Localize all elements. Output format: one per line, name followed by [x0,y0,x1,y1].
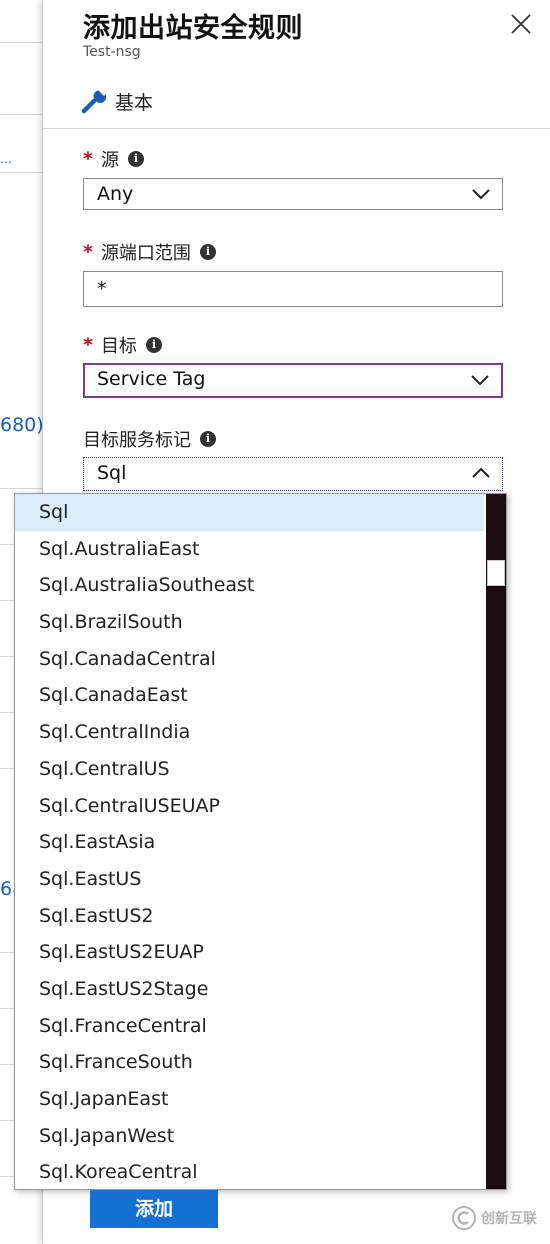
dropdown-option[interactable]: Sql.AustraliaEast [15,531,484,568]
dropdown-option[interactable]: Sql.CanadaEast [15,677,484,714]
service-tag-dropdown[interactable]: Sql Sql.AustraliaEast Sql.AustraliaSouthea… [14,493,507,1190]
source-port-value: * [97,278,107,300]
background-link[interactable]: 680) [0,414,44,436]
chevron-up-icon [472,467,490,478]
add-button[interactable]: 添加 [90,1190,218,1228]
divider [0,42,42,43]
dropdown-option[interactable]: Sql.JapanEast [15,1081,484,1118]
info-icon[interactable]: i [199,244,216,260]
info-icon[interactable]: i [145,337,162,353]
service-tag-label-text: 目标服务标记 [83,430,191,451]
required-marker: * [83,334,93,356]
wrench-icon [81,88,107,114]
divider [0,114,42,115]
dropdown-option[interactable]: Sql.CentralIndia [15,714,484,751]
dropdown-option[interactable]: Sql.FranceCentral [15,1008,484,1045]
required-marker: * [83,148,93,170]
background-link[interactable]: … [0,152,12,166]
divider [0,172,42,173]
service-tag-value: Sql [97,462,127,484]
blade-subtitle: Test-nsg [83,44,141,60]
service-tag-label: 目标服务标记 i [83,426,216,452]
close-icon [511,14,531,34]
info-icon[interactable]: i [200,431,216,447]
source-label: * 源 i [83,146,144,172]
dropdown-option[interactable]: Sql.EastUS2Stage [15,971,484,1008]
dropdown-option[interactable]: Sql.EastAsia [15,824,484,861]
service-tag-select[interactable]: Sql [83,457,503,491]
dropdown-option[interactable]: Sql.EastUS2 [15,898,484,935]
dropdown-scrollbar[interactable] [486,494,506,1189]
dropdown-option[interactable]: Sql.EastUS [15,861,484,898]
basic-section-header[interactable]: 基本 [81,86,153,116]
dropdown-option[interactable]: Sql.AustraliaSoutheast [15,567,484,604]
destination-select[interactable]: Service Tag [83,363,503,398]
divider [43,128,550,129]
destination-label: * 目标 i [83,332,162,358]
divider [0,488,42,489]
blade-title: 添加出站安全规则 [83,13,303,44]
dropdown-option[interactable]: Sql [15,494,484,531]
dropdown-option[interactable]: Sql.CentralUS [15,751,484,788]
info-icon[interactable]: i [127,151,144,167]
dropdown-option[interactable]: Sql.KoreaCentral [15,1154,484,1189]
dropdown-options: Sql Sql.AustraliaEast Sql.AustraliaSouthea… [15,494,484,1189]
dropdown-option[interactable]: Sql.CanadaCentral [15,641,484,678]
dropdown-option[interactable]: Sql.CentralUSEUAP [15,788,484,825]
logo-icon [452,1206,476,1230]
dropdown-option[interactable]: Sql.JapanWest [15,1118,484,1155]
source-select[interactable]: Any [83,178,503,210]
destination-value: Service Tag [97,368,206,390]
source-value: Any [97,183,134,205]
destination-label-text: 目标 [100,336,137,357]
required-marker: * [83,241,93,263]
section-label: 基本 [115,91,154,114]
chevron-down-icon [471,375,489,386]
dropdown-option[interactable]: Sql.FranceSouth [15,1044,484,1081]
dropdown-option[interactable]: Sql.BrazilSouth [15,604,484,641]
watermark: 创新互联 [452,1206,537,1230]
watermark-text: 创新互联 [481,1211,537,1227]
background-link[interactable]: 68 [0,878,14,900]
chevron-down-icon [472,189,490,200]
close-button[interactable] [509,12,533,36]
dropdown-option[interactable]: Sql.EastUS2EUAP [15,934,484,971]
scroll-thumb[interactable] [487,560,505,586]
source-port-label: * 源端口范围 i [83,239,216,265]
source-label-text: 源 [100,150,119,171]
source-port-input[interactable]: * [83,271,503,307]
source-port-label-text: 源端口范围 [100,243,191,264]
